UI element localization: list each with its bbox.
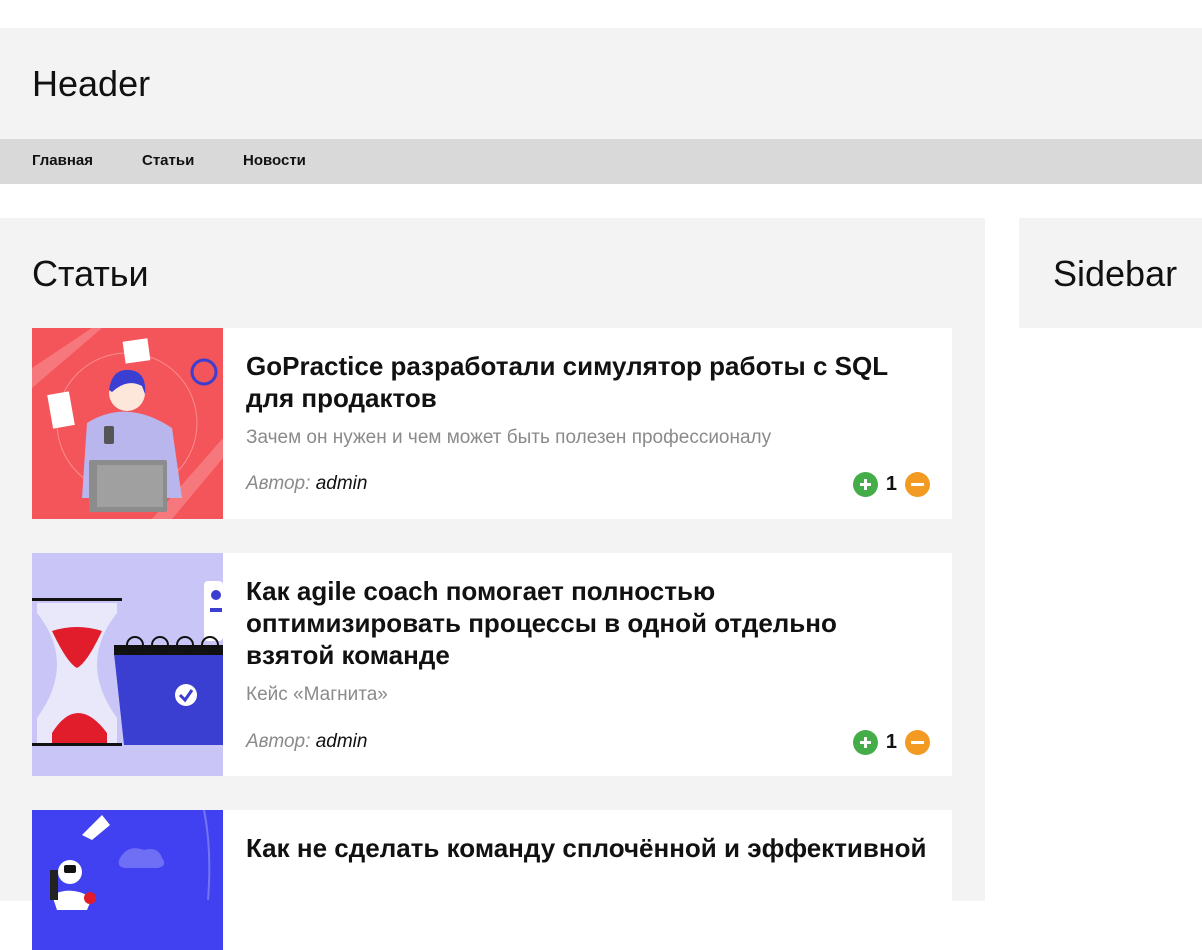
nav-item-home[interactable]: Главная: [32, 152, 93, 170]
article-card: Как не сделать команду сплочённой и эффе…: [32, 810, 952, 950]
upvote-button[interactable]: [852, 471, 878, 497]
plus-circle-icon: [859, 736, 871, 748]
article-title[interactable]: Как agile coach помогает полностью оптим…: [246, 575, 930, 671]
page-title: Статьи: [32, 253, 149, 294]
nav-item-news[interactable]: Новости: [243, 152, 306, 170]
downvote-button[interactable]: [905, 471, 930, 497]
article-meta: Автор: admin: [246, 472, 367, 496]
article-thumbnail[interactable]: [32, 553, 223, 776]
main-nav: Главная Статьи Новости: [0, 139, 1202, 184]
article-thumbnail[interactable]: [32, 328, 223, 519]
thumbnail-illustration: [32, 553, 223, 776]
article-card: Как agile coach помогает полностью оптим…: [32, 553, 952, 776]
author-label: Автор:: [246, 473, 311, 494]
article-subtitle: Кейс «Магнита»: [246, 684, 388, 705]
author-name[interactable]: admin: [316, 473, 368, 494]
thumbnail-illustration: [32, 328, 223, 519]
site-title: Header: [32, 63, 151, 104]
rating-count: 1: [885, 472, 897, 495]
plus-circle-icon: [859, 478, 871, 490]
author-label: Автор:: [246, 731, 311, 752]
sidebar-title: Sidebar: [1053, 253, 1178, 294]
rating-widget: 1: [852, 471, 930, 497]
author-name[interactable]: admin: [316, 731, 368, 752]
minus-circle-icon: [911, 740, 924, 744]
upvote-button[interactable]: [852, 729, 878, 755]
thumbnail-illustration: [32, 810, 223, 950]
downvote-button[interactable]: [905, 729, 930, 755]
article-subtitle: Зачем он нужен и чем может быть полезен …: [246, 427, 772, 448]
article-title[interactable]: GoPractice разработали симулятор работы …: [246, 350, 930, 414]
rating-count: 1: [885, 730, 897, 753]
site-header: Header: [0, 28, 1202, 139]
article-card: GoPractice разработали симулятор работы …: [32, 328, 952, 519]
main-content: Статьи GoPractice разработали симулятор …: [0, 218, 985, 950]
article-thumbnail[interactable]: [32, 810, 223, 950]
sidebar: Sidebar: [1019, 218, 1202, 328]
rating-widget: 1: [852, 729, 930, 755]
article-meta: Автор: admin: [246, 730, 367, 754]
article-title[interactable]: Как не сделать команду сплочённой и эффе…: [246, 832, 930, 864]
nav-item-articles[interactable]: Статьи: [142, 152, 194, 170]
minus-circle-icon: [911, 482, 924, 486]
